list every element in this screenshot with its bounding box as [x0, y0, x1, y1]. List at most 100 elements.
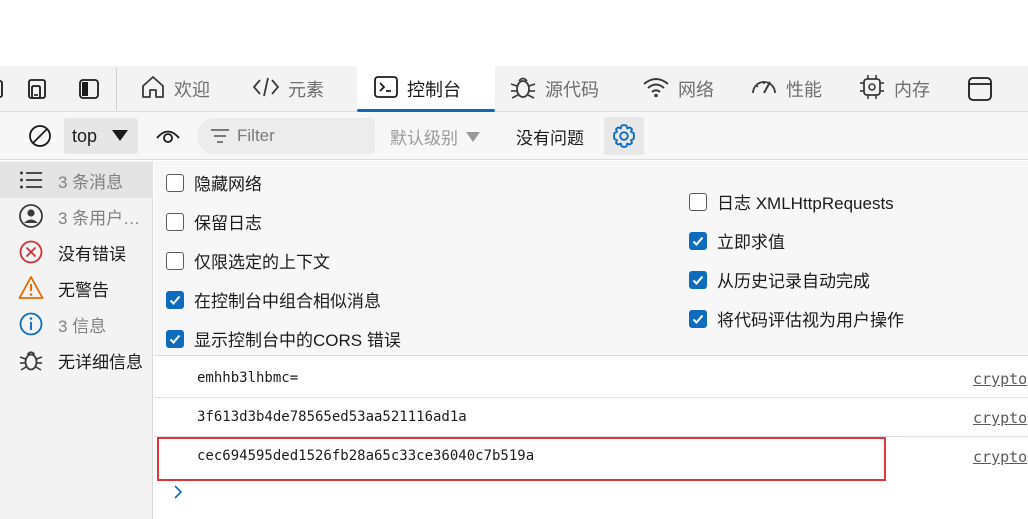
setting-hide-network[interactable]: 隐藏网络 — [166, 170, 262, 195]
context-selector[interactable]: top — [64, 118, 138, 154]
issues-button[interactable]: 没有问题 — [516, 124, 584, 149]
console-settings-pane: 隐藏网络 保留日志 仅限选定的上下文 在控制台中组合相似消息 显示控制台中的CO… — [154, 161, 1028, 356]
bug-icon — [509, 74, 537, 105]
checkbox-checked[interactable] — [689, 231, 707, 250]
gear-icon — [610, 122, 638, 150]
setting-group-similar[interactable]: 在控制台中组合相似消息 — [166, 287, 381, 312]
console-message-text: 3f613d3b4de78565ed53aa521116ad1a — [197, 409, 467, 425]
sidebar-item-warnings[interactable]: 无警告 — [0, 270, 153, 306]
filter-icon — [209, 126, 231, 146]
tab-label: 性能 — [786, 80, 822, 100]
inspect-icon[interactable] — [0, 66, 6, 112]
checkmark-icon — [692, 275, 704, 285]
console-message-text: emhhb3lhbmc= — [197, 370, 299, 386]
filter-box[interactable] — [197, 118, 375, 154]
sidebar-item-label: 3 信息 — [58, 316, 107, 336]
devtools-tab-bar: 欢迎 元素 控制台 源代码 网络 性能 内存 — [0, 66, 1028, 112]
tab-label: 控制台 — [407, 80, 461, 100]
source-link[interactable]: crypto — [973, 370, 1027, 388]
sidebar-item-info[interactable]: 3 信息 — [0, 306, 153, 342]
setting-log-xhr[interactable]: 日志 XMLHttpRequests — [689, 189, 894, 214]
warning-icon — [16, 275, 46, 301]
sidebar-item-errors[interactable]: 没有错误 — [0, 234, 153, 270]
sidebar-item-label: 3 条用户… — [58, 208, 141, 228]
console-message-row[interactable]: 3f613d3b4de78565ed53aa521116ad1a crypto — [154, 398, 1028, 437]
checkbox[interactable] — [689, 192, 707, 211]
sidebar-item-messages[interactable]: 3 条消息 — [0, 162, 153, 198]
user-icon — [16, 203, 46, 229]
sidebar-item-verbose[interactable]: 无详细信息 — [0, 342, 153, 378]
setting-eager-evaluation[interactable]: 立即求值 — [689, 228, 785, 253]
checkbox-checked[interactable] — [166, 290, 184, 309]
sidebar-item-label: 没有错误 — [58, 244, 126, 264]
checkbox-checked[interactable] — [166, 329, 184, 348]
toggle-panel-icon[interactable] — [74, 66, 104, 112]
tab-label: 内存 — [894, 80, 930, 100]
console-prompt-chevron-icon[interactable] — [172, 484, 184, 505]
chevron-down-icon — [112, 130, 128, 141]
setting-label: 显示控制台中的CORS 错误 — [194, 331, 401, 350]
setting-selected-context-only[interactable]: 仅限选定的上下文 — [166, 248, 330, 273]
sidebar-item-user-messages[interactable]: 3 条用户… — [0, 198, 153, 234]
tab-label: 元素 — [288, 80, 324, 100]
checkbox-checked[interactable] — [689, 270, 707, 289]
checkmark-icon — [692, 236, 704, 246]
tab-label: 网络 — [678, 80, 714, 100]
home-icon — [140, 74, 166, 105]
eye-icon[interactable] — [154, 124, 182, 148]
setting-label: 仅限选定的上下文 — [194, 253, 330, 272]
checkmark-icon — [692, 314, 704, 324]
sidebar-item-label: 无警告 — [58, 280, 109, 300]
checkbox-checked[interactable] — [689, 309, 707, 328]
tab-label: 欢迎 — [174, 80, 210, 100]
sidebar-item-label: 3 条消息 — [58, 172, 124, 192]
checkbox[interactable] — [166, 251, 184, 270]
tab-elements[interactable]: 元素 — [240, 66, 340, 112]
setting-show-cors-errors[interactable]: 显示控制台中的CORS 错误 — [166, 326, 401, 351]
console-icon — [373, 75, 399, 104]
tab-memory[interactable]: 内存 — [846, 66, 946, 112]
tab-sources[interactable]: 源代码 — [497, 66, 619, 112]
list-icon — [16, 169, 46, 191]
checkbox[interactable] — [166, 212, 184, 231]
bug-icon — [16, 347, 46, 373]
checkbox[interactable] — [166, 173, 184, 192]
device-emulation-icon[interactable] — [24, 66, 54, 112]
setting-label: 立即求值 — [717, 233, 785, 252]
chip-icon — [858, 74, 886, 105]
tab-network[interactable]: 网络 — [630, 66, 730, 112]
tab-welcome[interactable]: 欢迎 — [128, 66, 224, 112]
setting-label: 隐藏网络 — [194, 175, 262, 194]
chevron-down-icon — [466, 131, 480, 142]
setting-preserve-log[interactable]: 保留日志 — [166, 209, 262, 234]
console-sidebar: 3 条消息 3 条用户… 没有错误 无警告 3 信息 无详细信息 — [0, 161, 153, 519]
setting-label: 日志 XMLHttpRequests — [717, 194, 894, 213]
checkmark-icon — [169, 295, 181, 305]
sidebar-toggle-icon[interactable] — [0, 124, 6, 148]
log-level-label: 默认级别 — [390, 129, 458, 148]
source-link[interactable]: crypto — [973, 409, 1027, 427]
console-message-row[interactable]: emhhb3lhbmc= crypto — [154, 359, 1028, 398]
filter-input[interactable] — [237, 126, 357, 146]
gauge-icon — [750, 75, 778, 104]
source-link[interactable]: crypto — [973, 448, 1027, 466]
wifi-icon — [642, 75, 670, 104]
tab-label: 源代码 — [545, 80, 599, 100]
sidebar-item-label: 无详细信息 — [58, 352, 143, 372]
context-value: top — [72, 125, 98, 146]
application-panel-icon[interactable] — [964, 66, 996, 112]
log-level-dropdown[interactable]: 默认级别 — [390, 124, 480, 149]
setting-label: 保留日志 — [194, 214, 262, 233]
setting-autocomplete-history[interactable]: 从历史记录自动完成 — [689, 267, 870, 292]
code-icon — [252, 75, 280, 104]
error-icon — [16, 239, 46, 265]
setting-user-activation-eval[interactable]: 将代码评估视为用户操作 — [689, 306, 904, 331]
setting-label: 从历史记录自动完成 — [717, 272, 870, 291]
info-icon — [16, 311, 46, 337]
tab-console[interactable]: 控制台 — [357, 66, 495, 112]
clear-console-icon[interactable] — [26, 122, 54, 150]
console-settings-button[interactable] — [604, 117, 644, 155]
page-top-area — [0, 0, 1028, 66]
setting-label: 在控制台中组合相似消息 — [194, 292, 381, 311]
tab-performance[interactable]: 性能 — [738, 66, 838, 112]
